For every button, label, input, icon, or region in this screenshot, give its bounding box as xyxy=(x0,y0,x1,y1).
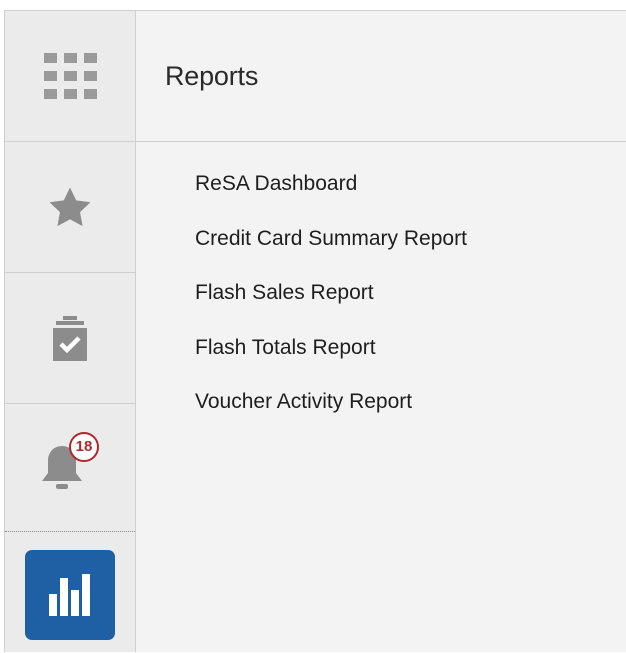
star-icon xyxy=(49,187,91,227)
report-link-flash-sales[interactable]: Flash Sales Report xyxy=(195,278,467,333)
notifications-bell: 18 xyxy=(40,431,100,498)
report-link-flash-totals[interactable]: Flash Totals Report xyxy=(195,333,467,388)
rail-item-reports[interactable] xyxy=(5,532,135,653)
side-rail: 18 xyxy=(5,11,136,652)
page-title: Reports xyxy=(165,60,259,91)
clipboard-check-icon xyxy=(53,316,87,361)
app-frame: 18 Reports ReSA Dashboard Credit Card Su… xyxy=(4,10,626,652)
report-link-resa-dashboard[interactable]: ReSA Dashboard xyxy=(195,169,467,224)
report-link-voucher-activity[interactable]: Voucher Activity Report xyxy=(195,387,467,442)
report-list: ReSA Dashboard Credit Card Summary Repor… xyxy=(195,169,467,442)
rail-item-favorites[interactable] xyxy=(5,142,135,273)
report-link-credit-card-summary[interactable]: Credit Card Summary Report xyxy=(195,224,467,279)
notification-count-badge: 18 xyxy=(69,431,99,462)
main-content: Reports ReSA Dashboard Credit Card Summa… xyxy=(136,11,626,652)
page-header: Reports xyxy=(136,11,626,142)
rail-item-tasks[interactable] xyxy=(5,273,135,404)
bar-chart-icon xyxy=(49,574,90,616)
rail-item-notifications[interactable]: 18 xyxy=(5,404,135,532)
apps-grid-icon xyxy=(44,53,97,99)
rail-item-apps[interactable] xyxy=(5,11,135,142)
reports-tile xyxy=(25,550,115,640)
